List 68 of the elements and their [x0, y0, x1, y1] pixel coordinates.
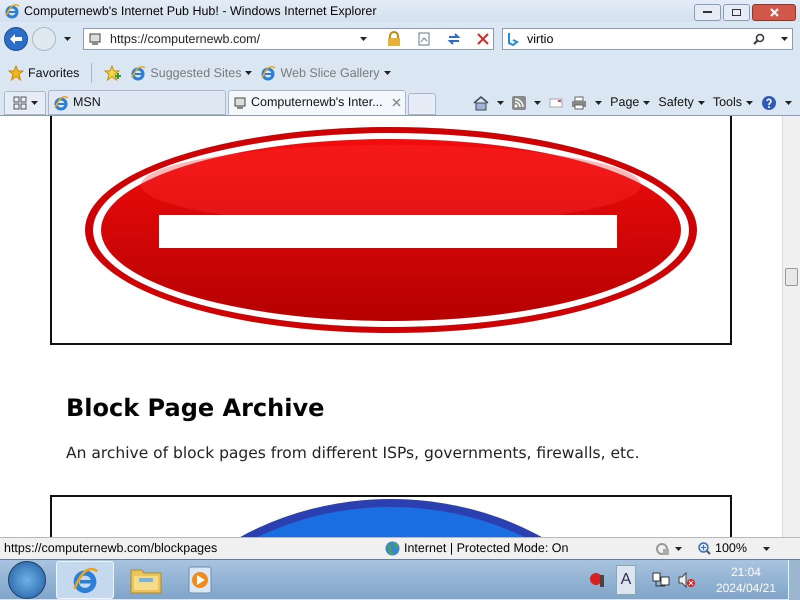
- status-url: https://computernewb.com/blockpages: [3, 540, 218, 558]
- mail-icon[interactable]: [549, 96, 564, 109]
- star-icon: [8, 65, 24, 81]
- muted-speaker-icon[interactable]: [678, 572, 696, 588]
- globe-icon: [385, 541, 400, 556]
- minimize-button[interactable]: [694, 4, 721, 20]
- feeds-icon[interactable]: [512, 96, 526, 110]
- favorites-button[interactable]: Favorites: [8, 64, 80, 82]
- ie-icon: [71, 566, 99, 594]
- caret-icon: [781, 37, 788, 41]
- command-menu[interactable]: Page: [610, 93, 650, 112]
- lock-icon: [387, 31, 401, 47]
- window-title: Computernewb's Internet Pub Hub! - Windows Internet Explorer: [24, 2, 377, 20]
- browser-tab[interactable]: MSN: [48, 90, 226, 115]
- home-icon[interactable]: [473, 94, 490, 111]
- browser-tab[interactable]: Computernewb's Inter...: [228, 90, 406, 115]
- start-button[interactable]: [8, 560, 46, 598]
- maximize-button[interactable]: [723, 4, 750, 20]
- close-button[interactable]: [752, 4, 796, 20]
- caret-icon: [360, 37, 367, 41]
- network-icon[interactable]: [652, 572, 670, 588]
- caret-icon: [698, 100, 705, 105]
- refresh-icon[interactable]: [447, 32, 461, 46]
- ie-icon: [130, 65, 146, 81]
- caret-icon: [534, 100, 542, 105]
- media-player-icon[interactable]: [188, 566, 212, 594]
- ie-icon: [260, 65, 276, 81]
- search-text: virtio: [527, 30, 554, 48]
- caret-icon: [785, 100, 792, 105]
- print-icon[interactable]: [571, 96, 588, 110]
- caret-icon: [762, 546, 770, 550]
- scrollbar[interactable]: [782, 116, 800, 537]
- page-icon: [233, 96, 247, 110]
- caret-icon: [30, 101, 38, 105]
- help-icon[interactable]: [761, 94, 777, 111]
- zoom-icon: [698, 542, 711, 555]
- caret-icon: [497, 100, 504, 105]
- command-menu[interactable]: Safety: [658, 93, 705, 112]
- caret-icon: [675, 546, 682, 550]
- section-heading: Block Page Archive: [66, 393, 326, 424]
- page-icon: [88, 32, 102, 46]
- back-button[interactable]: [4, 27, 28, 51]
- back-arrow-icon: [10, 34, 22, 44]
- grid-icon: [12, 96, 26, 110]
- ie-icon: [4, 3, 20, 19]
- caret-icon: [64, 37, 71, 41]
- caret-icon: [595, 100, 602, 105]
- search-icon[interactable]: [753, 33, 765, 45]
- caret-icon: [245, 71, 252, 75]
- caret-icon: [384, 71, 391, 75]
- stop-icon[interactable]: [477, 33, 489, 45]
- security-zone: Internet | Protected Mode: On: [404, 540, 568, 558]
- address-bar[interactable]: https://computernewb.com/: [83, 28, 494, 50]
- caret-icon: [643, 100, 650, 105]
- command-menu[interactable]: Tools: [712, 93, 753, 112]
- close-icon: [770, 8, 778, 16]
- close-tab-icon[interactable]: [392, 98, 401, 107]
- search-provider-icon: [507, 32, 519, 46]
- taskbar-button[interactable]: [56, 560, 114, 598]
- search-field[interactable]: virtio: [502, 28, 793, 50]
- ie-icon: [53, 94, 69, 110]
- quick-tabs-button[interactable]: [4, 91, 46, 115]
- add-favorite-icon[interactable]: [104, 65, 122, 81]
- address-text: https://computernewb.com/: [110, 30, 260, 48]
- section-description: An archive of block pages from different ISPs, governments, firewalls, etc.: [66, 443, 641, 464]
- input-language-indicator[interactable]: A: [616, 564, 636, 594]
- zoom-button[interactable]: 100%: [698, 539, 770, 558]
- caret-icon: [746, 100, 753, 105]
